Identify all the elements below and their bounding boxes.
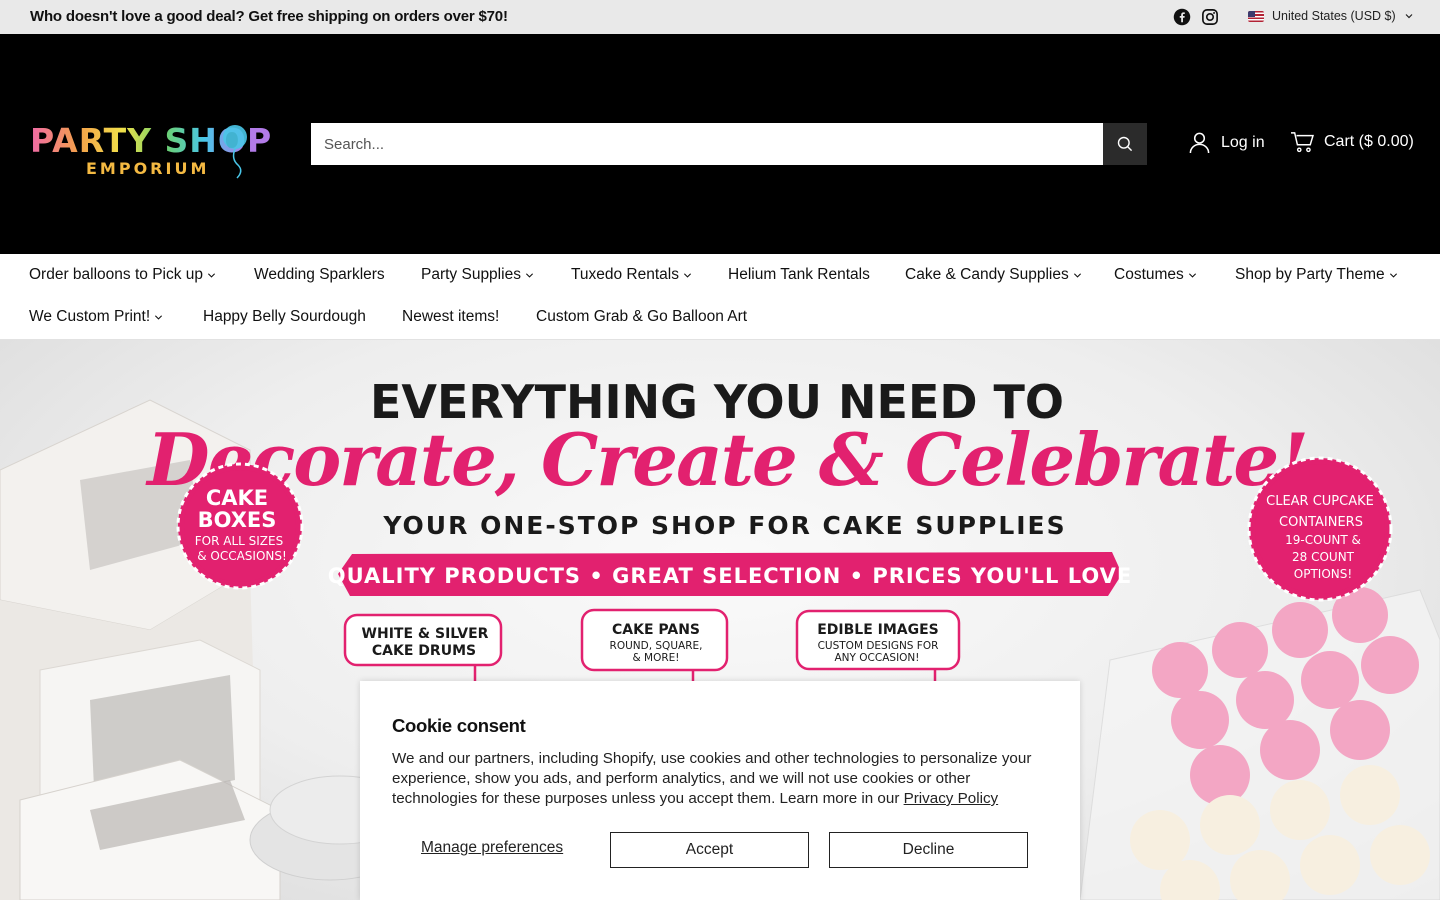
hero-line3: YOUR ONE-STOP SHOP FOR CAKE SUPPLIES [382,511,1066,540]
nav-label: Order balloons to Pick up [29,266,204,283]
tag2-line1: CAKE PANS [612,622,700,638]
instagram-icon[interactable] [1201,8,1219,26]
nav-label: Custom Grab & Go Balloon Art [536,308,748,325]
badge-left-line4: & OCCASIONS! [197,549,287,563]
badge-left-line1: CAKE [206,486,268,510]
nav-item-party-supplies[interactable]: Party Supplies [421,266,534,284]
main-nav: Order balloons to Pick up Wedding Sparkl… [0,254,1440,340]
tag1-line2: CAKE DRUMS [372,643,476,659]
hero-banner-text: QUALITY PRODUCTS • GREAT SELECTION • PRI… [328,564,1133,588]
cookie-title: Cookie consent [392,715,526,736]
chevron-down-icon [1073,272,1081,278]
tag2-line3: & MORE! [633,652,680,664]
chevron-down-icon [1188,272,1196,278]
login-label: Log in [1221,133,1265,151]
nav-label: Newest items! [402,308,500,325]
nav-item-order-balloons[interactable]: Order balloons to Pick up [29,266,216,284]
accept-button[interactable]: Accept [610,832,809,868]
cake-boxes-badge: CAKE BOXES FOR ALL SIZES & OCCASIONS! [176,462,304,590]
us-flag-icon [1248,10,1264,22]
search-bar [311,123,1147,165]
nav-label: Tuxedo Rentals [571,266,679,283]
nav-label: Happy Belly Sourdough [203,308,366,325]
facebook-icon[interactable] [1173,8,1191,26]
chevron-down-icon [525,272,533,278]
currency-label: United States (USD $) [1272,9,1396,23]
nav-item-sourdough[interactable]: Happy Belly Sourdough [203,308,366,326]
decline-button[interactable]: Decline [829,832,1028,868]
badge-right-line2: CONTAINERS [1279,515,1363,530]
nav-item-newest[interactable]: Newest items! [402,308,499,326]
search-button[interactable] [1103,123,1147,165]
chevron-down-icon [1389,272,1397,278]
search-icon [1117,136,1133,152]
nav-label: Helium Tank Rentals [728,266,870,283]
manage-preferences-link[interactable]: Manage preferences [421,839,563,857]
badge-left-line3: FOR ALL SIZES [195,534,283,548]
chevron-down-icon [155,314,163,320]
tag1-line1: WHITE & SILVER [362,626,489,642]
tag2-line2: ROUND, SQUARE, [610,640,703,652]
tag3-line3: ANY OCCASION! [835,652,920,664]
cookie-body: We and our partners, including Shopify, … [392,749,1052,809]
nav-item-cake-candy[interactable]: Cake & Candy Supplies [905,266,1082,284]
tag3-line2: CUSTOM DESIGNS FOR [818,640,939,652]
hero-line2: Decorate, Create & Celebrate! [145,417,1307,502]
nav-item-custom-print[interactable]: We Custom Print! [29,308,163,326]
cart-icon [1291,132,1314,153]
search-input[interactable] [311,123,1103,165]
cupcakes-image [1079,587,1440,900]
nav-item-tuxedo-rentals[interactable]: Tuxedo Rentals [571,266,692,284]
site-header: PARTY SHOP EMPORIUM Log in Cart ($ 0.00) [0,34,1440,254]
cookie-consent-dialog: Cookie consent We and our partners, incl… [360,681,1080,900]
tag-cake-drums: WHITE & SILVER CAKE DRUMS [343,613,503,685]
announcement-text: Who doesn't love a good deal? Get free s… [30,8,508,25]
badge-right-line5: OPTIONS! [1294,567,1352,581]
nav-label: Wedding Sparklers [254,266,385,283]
chevron-down-icon [683,272,692,278]
nav-label: Shop by Party Theme [1235,266,1385,283]
announcement-bar: Who doesn't love a good deal? Get free s… [0,0,1440,34]
user-icon [1189,132,1210,154]
nav-item-party-theme[interactable]: Shop by Party Theme [1235,266,1398,284]
badge-right-line4: 28 COUNT [1292,550,1355,564]
nav-label: Party Supplies [421,266,521,283]
privacy-policy-link[interactable]: Privacy Policy [904,790,999,807]
nav-item-helium-tank-rentals[interactable]: Helium Tank Rentals [728,266,870,284]
badge-left-line2: BOXES [198,508,277,532]
cart-link[interactable]: Cart ($ 0.00) [1290,131,1414,153]
logo-text-bottom: EMPORIUM [86,159,209,178]
party-shop-logo[interactable]: PARTY SHOP EMPORIUM [30,118,280,188]
chevron-down-icon [208,272,216,278]
badge-right-line1: CLEAR CUPCAKE [1266,494,1374,509]
chevron-down-icon [1405,14,1413,19]
nav-item-wedding-sparklers[interactable]: Wedding Sparklers [254,266,385,284]
tag-cake-pans: CAKE PANS ROUND, SQUARE, & MORE! [580,608,729,685]
tag3-line1: EDIBLE IMAGES [817,622,939,638]
badge-right-line3: 19-COUNT & [1285,533,1361,547]
nav-label: Costumes [1114,266,1184,283]
nav-item-costumes[interactable]: Costumes [1114,266,1197,284]
cart-label: Cart ($ 0.00) [1324,133,1414,150]
cupcake-containers-badge: CLEAR CUPCAKE CONTAINERS 19-COUNT & 28 C… [1247,456,1393,602]
nav-label: We Custom Print! [29,308,151,325]
nav-label: Cake & Candy Supplies [905,266,1069,283]
tag-edible-images: EDIBLE IMAGES CUSTOM DESIGNS FOR ANY OCC… [795,609,961,685]
nav-item-balloon-art[interactable]: Custom Grab & Go Balloon Art [536,308,747,326]
currency-selector[interactable]: United States (USD $) [1248,9,1414,23]
login-link[interactable]: Log in [1188,131,1265,154]
